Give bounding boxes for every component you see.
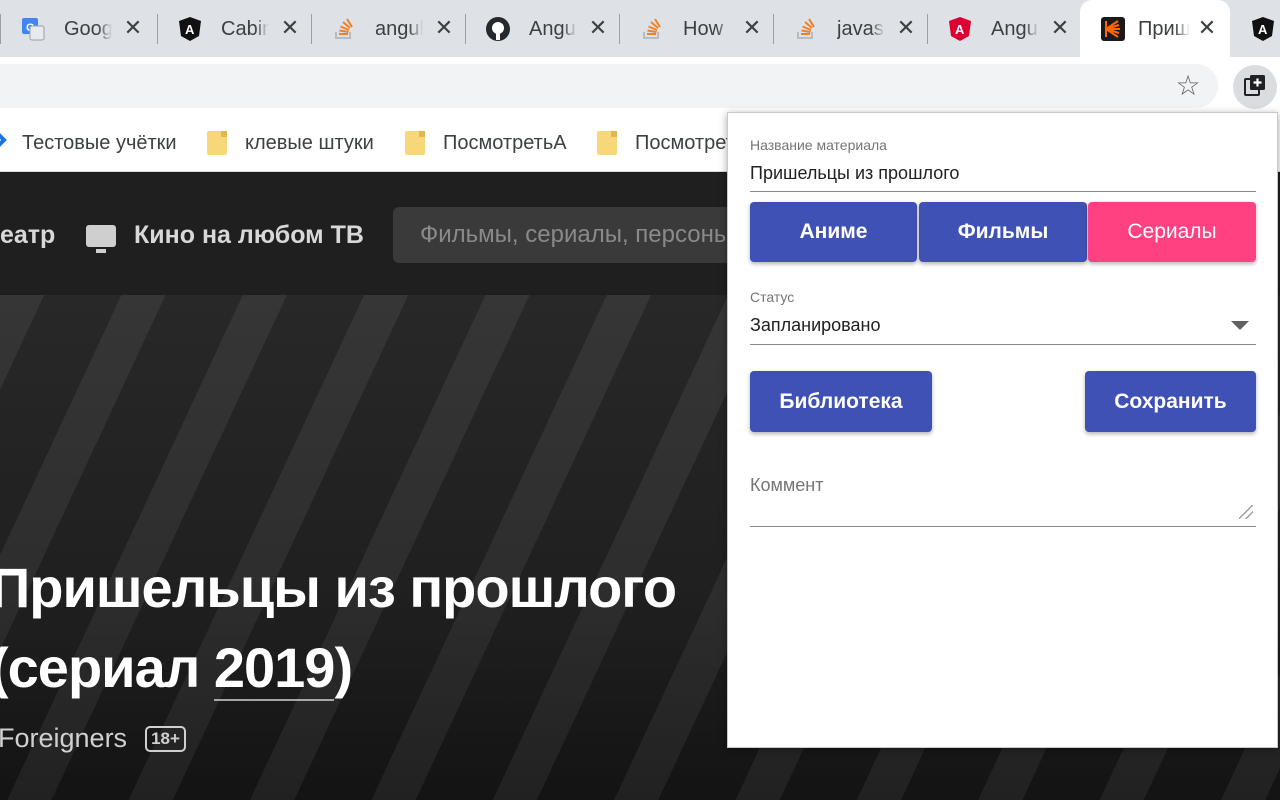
angular-icon: A [177, 16, 203, 42]
search-placeholder: Фильмы, сериалы, персоны [420, 221, 732, 248]
page-subtitle: (сериал 2019) [0, 635, 353, 701]
bookmark-folder[interactable]: клевые штуки [207, 130, 374, 156]
tab-stackoverflow-javascript[interactable]: javascript ✕ [773, 0, 927, 57]
stackoverflow-icon [331, 16, 357, 42]
bookmark-icon [0, 128, 8, 158]
browser-toolbar: ☆ [0, 57, 1280, 114]
bookmark-folder[interactable]: ПосмотретьА [405, 130, 567, 156]
year-link[interactable]: 2019 [213, 636, 335, 701]
subtitle-suffix: ) [334, 636, 353, 699]
status-select[interactable]: Запланировано [750, 315, 880, 336]
folder-icon [207, 131, 227, 155]
status-label: Статус [750, 289, 795, 305]
tab-cabinet[interactable]: A Cabinet ✕ [157, 0, 311, 57]
tv-icon [86, 224, 116, 253]
comment-textarea[interactable]: Коммент [750, 475, 823, 496]
angular-red-icon: A [947, 16, 973, 42]
tab-title: Angular [991, 18, 1039, 40]
svg-text:A: A [1258, 22, 1268, 37]
textarea-underline [750, 526, 1256, 527]
type-button-films[interactable]: Фильмы [919, 202, 1087, 262]
google-translate-icon: G [20, 16, 46, 42]
nav-link-label: Кино на любом ТВ [134, 221, 364, 249]
bookmark-label: Тестовые учётки [22, 131, 177, 154]
tab-separator [619, 14, 620, 44]
folder-icon [405, 131, 425, 155]
subtitle-prefix: (сериал [0, 636, 214, 699]
close-icon[interactable]: ✕ [120, 15, 146, 41]
tab-separator [157, 14, 158, 44]
tab-separator [927, 14, 928, 44]
tab-separator [311, 14, 312, 44]
page-title: Пришельцы из прошлого [0, 556, 677, 619]
bookmark-folder[interactable]: Посмотреть [597, 130, 745, 156]
tab-github-angular[interactable]: Angular ✕ [465, 0, 619, 57]
library-button[interactable]: Библиотека [750, 371, 932, 432]
select-underline [750, 344, 1256, 345]
close-icon[interactable]: ✕ [431, 15, 457, 41]
close-icon[interactable]: ✕ [893, 15, 919, 41]
input-underline [750, 191, 1256, 192]
original-title-row: Foreigners 18+ [0, 723, 186, 754]
extension-button[interactable] [1233, 65, 1277, 109]
tab-title: Google [64, 18, 112, 40]
tab-title: How [683, 18, 724, 40]
save-button[interactable]: Сохранить [1085, 371, 1256, 432]
tab-title: javascript [837, 18, 885, 40]
original-title: Foreigners [0, 723, 128, 753]
age-rating-badge: 18+ [145, 725, 186, 752]
close-icon[interactable]: ✕ [585, 15, 611, 41]
tab-title: angular [375, 18, 423, 40]
type-button-anime[interactable]: Аниме [750, 202, 917, 262]
tab-separator [0, 14, 1, 44]
tab-stackoverflow-angular[interactable]: angular ✕ [311, 0, 465, 57]
close-icon[interactable]: ✕ [1194, 15, 1220, 41]
close-icon[interactable]: ✕ [739, 15, 765, 41]
nav-link-tv[interactable]: Кино на любом ТВ [86, 221, 364, 253]
bookmark-label: клевые штуки [245, 131, 374, 154]
close-icon[interactable]: ✕ [277, 15, 303, 41]
stackoverflow-icon [639, 16, 665, 42]
tab-google[interactable]: G Google ✕ [0, 0, 154, 57]
svg-text:A: A [185, 22, 195, 37]
resize-handle-icon[interactable] [1239, 505, 1253, 519]
add-bookmark-extension-icon [1243, 73, 1267, 102]
type-button-series[interactable]: Сериалы [1088, 202, 1256, 262]
folder-icon [597, 131, 617, 155]
address-bar[interactable] [0, 64, 1218, 108]
extension-popup: Название материала Пришельцы из прошлого… [727, 112, 1278, 748]
tab-kinopoisk-active[interactable]: Пришельцы ✕ [1080, 0, 1230, 57]
nav-link-teatr[interactable]: еатр [0, 221, 55, 250]
tab-separator [465, 14, 466, 44]
tab-title: Пришельцы [1138, 18, 1190, 40]
angular-icon: A [1250, 16, 1276, 42]
chevron-down-icon[interactable] [1231, 321, 1249, 330]
star-icon[interactable]: ☆ [1172, 70, 1204, 102]
svg-text:A: A [955, 22, 965, 37]
bookmark-item[interactable]: Тестовые учётки [0, 130, 177, 156]
material-name-input[interactable]: Пришельцы из прошлого [750, 163, 959, 184]
tab-title: Cabinet [221, 18, 269, 40]
tab-separator [773, 14, 774, 44]
bookmark-label: ПосмотретьА [443, 131, 567, 154]
stackoverflow-icon [793, 16, 819, 42]
github-icon [485, 16, 511, 42]
material-name-label: Название материала [750, 137, 887, 153]
tab-angular-partial[interactable]: A [1232, 0, 1280, 57]
tab-stackoverflow-how[interactable]: How ✕ [619, 0, 773, 57]
tab-angular-docs[interactable]: A Angular ✕ [927, 0, 1081, 57]
tab-strip: G Google ✕ A Cabinet ✕ angular ✕ Angular… [0, 0, 1280, 57]
kinopoisk-icon [1100, 16, 1126, 42]
close-icon[interactable]: ✕ [1047, 15, 1073, 41]
tab-title: Angular [529, 18, 577, 40]
